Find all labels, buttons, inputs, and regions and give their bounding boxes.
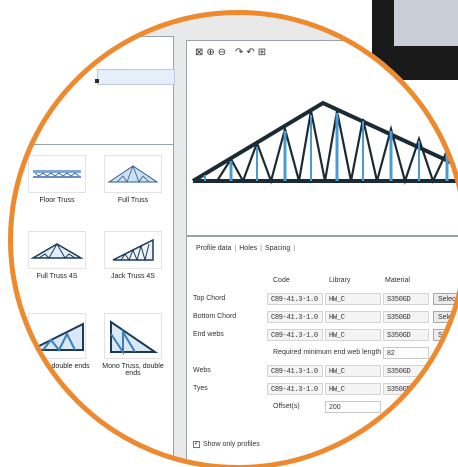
zoom-out-icon[interactable]: ⊖ (218, 47, 229, 58)
gallery-item-label: Mono Truss, double ends (102, 363, 164, 377)
row-label-end-webs: End webs (193, 331, 224, 338)
gallery-item-label: Full Truss (117, 197, 149, 204)
rotate-icon[interactable]: ↷ (235, 47, 246, 58)
tree-expander-icon[interactable] (95, 79, 99, 83)
gallery-item-mono-truss-double-ends[interactable]: Mono Truss, double ends (97, 313, 169, 377)
truss-4s-double-ends-thumbnail (28, 313, 86, 359)
top-chord-material-field[interactable]: S350GD (383, 293, 429, 305)
gallery-item-jack-truss-4s[interactable]: Jack Truss 4S (97, 231, 169, 280)
full-truss-thumbnail (104, 155, 162, 193)
top-chord-select-button[interactable]: Select (433, 293, 458, 305)
gallery-item-label: Floor Truss (39, 197, 75, 204)
gallery-item-label: ...ss 4S, double ends (24, 363, 90, 370)
tab-profile-data[interactable]: Profile data (193, 245, 234, 252)
profile-tabs: Profile data | Holes | Spacing | (193, 245, 295, 252)
mono-truss-double-ends-thumbnail (104, 313, 162, 359)
gallery-item-full-truss[interactable]: Full Truss (97, 155, 169, 204)
row-label-webs: Webs (193, 367, 211, 374)
gallery-item-truss-4s-double-ends[interactable]: ...ss 4S, double ends (21, 313, 93, 370)
min-end-web-length-label: Required minimum end web length (273, 349, 382, 356)
row-label-bottom-chord: Bottom Chord (193, 313, 237, 320)
gallery-item-floor-truss[interactable]: Floor Truss (21, 155, 93, 204)
row-label-top-chord: Top Chord (193, 295, 226, 302)
show-only-profiles-label: Show only profiles (203, 441, 260, 448)
screenshot-stage: Floor Truss Full Truss Full Truss 4S Jac… (0, 0, 458, 467)
show-only-profiles-checkbox[interactable]: ✓ (193, 441, 200, 448)
column-header-code: Code (273, 277, 290, 284)
floor-truss-thumbnail (28, 155, 86, 193)
bottom-chord-library-field[interactable]: HW_C (325, 311, 381, 323)
zoom-fit-icon[interactable]: ⊠ (195, 47, 206, 58)
truss-preview-panel[interactable]: ⊠⊕⊖ ↷↶⊞ (186, 40, 458, 236)
min-end-web-length-input[interactable]: 82 (383, 347, 429, 359)
webs-library-field[interactable]: HW_C (325, 365, 381, 377)
webs-material-field[interactable]: S350GD (383, 365, 429, 377)
zoom-in-icon[interactable]: ⊕ (206, 47, 217, 58)
bottom-chord-code-field[interactable]: C89-41.3-1.0 (267, 311, 323, 323)
jack-truss-4s-thumbnail (104, 231, 162, 269)
truss-drawing (191, 100, 458, 185)
magnified-ui: Floor Truss Full Truss Full Truss 4S Jac… (8, 10, 458, 467)
tab-holes[interactable]: Holes (236, 245, 260, 252)
tyes-code-field[interactable]: C89-41.3-1.0 (267, 383, 323, 395)
end-webs-library-field[interactable]: HW_C (325, 329, 381, 341)
tyes-material-field[interactable]: S350GD (383, 383, 429, 395)
gallery-item-full-truss-4s[interactable]: Full Truss 4S (21, 231, 93, 280)
end-webs-select-button[interactable]: Select (433, 329, 458, 341)
flip-icon[interactable]: ↶ (246, 47, 257, 58)
tree-panel[interactable] (8, 36, 175, 148)
gallery-item-label: Full Truss 4S (36, 273, 78, 280)
tyes-library-field[interactable]: HW_C (325, 383, 381, 395)
settings-icon[interactable]: ⊞ (258, 47, 269, 58)
offset-input[interactable]: 200 (325, 401, 381, 413)
end-webs-code-field[interactable]: C89-41.3-1.0 (267, 329, 323, 341)
top-chord-library-field[interactable]: HW_C (325, 293, 381, 305)
truss-gallery: Floor Truss Full Truss Full Truss 4S Jac… (8, 144, 174, 467)
view-toolbar: ⊠⊕⊖ ↷↶⊞ (195, 47, 269, 58)
webs-code-field[interactable]: C89-41.3-1.0 (267, 365, 323, 377)
bottom-chord-select-button[interactable]: Select (433, 311, 458, 323)
gallery-item-label: Jack Truss 4S (111, 273, 155, 280)
bottom-chord-material-field[interactable]: S350GD (383, 311, 429, 323)
profile-form-panel: Profile data | Holes | Spacing | Code Library… (186, 236, 458, 467)
top-chord-code-field[interactable]: C89-41.3-1.0 (267, 293, 323, 305)
row-label-tyes: Tyes (193, 385, 208, 392)
offset-label: Offset(s) (273, 403, 300, 410)
column-header-library: Library (329, 277, 351, 284)
end-webs-material-field[interactable]: S350GD (383, 329, 429, 341)
column-header-material: Material (385, 277, 410, 284)
tab-spacing[interactable]: Spacing (262, 245, 293, 252)
full-truss-4s-thumbnail (28, 231, 86, 269)
tree-selected-row[interactable] (97, 69, 175, 85)
